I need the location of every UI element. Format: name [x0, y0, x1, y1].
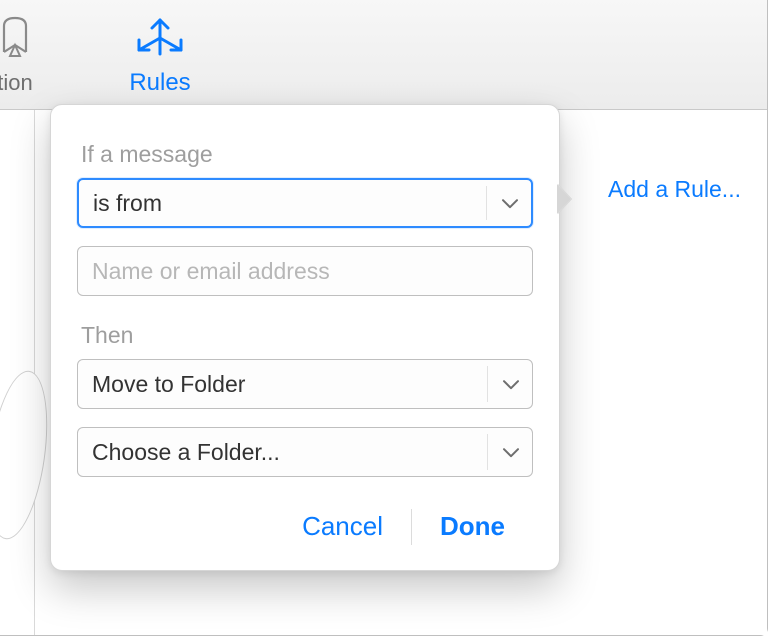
action-section-label: Then	[81, 322, 529, 349]
pencil-icon	[0, 14, 60, 64]
folder-select-value: Choose a Folder...	[92, 439, 280, 466]
address-placeholder: Name or email address	[92, 258, 330, 285]
preferences-toolbar: tion Rules	[0, 0, 767, 110]
toolbar-item-label: tion	[0, 70, 33, 95]
folder-select[interactable]: Choose a Folder...	[77, 427, 533, 477]
action-select-value: Move to Folder	[92, 371, 245, 398]
add-rule-link[interactable]: Add a Rule...	[608, 176, 741, 203]
chevron-down-icon	[501, 188, 519, 215]
toolbar-item-rules[interactable]: Rules	[100, 8, 220, 97]
rule-editor-popover: If a message is from Name or email addre…	[50, 104, 560, 571]
chevron-down-icon	[502, 437, 520, 464]
address-input[interactable]: Name or email address	[77, 246, 533, 296]
done-button[interactable]: Done	[412, 503, 533, 550]
toolbar-item-partial[interactable]: tion	[0, 14, 60, 96]
condition-select[interactable]: is from	[77, 178, 533, 228]
popover-arrow	[558, 185, 571, 213]
action-select[interactable]: Move to Folder	[77, 359, 533, 409]
cancel-button[interactable]: Cancel	[274, 503, 411, 550]
popover-button-row: Cancel Done	[77, 503, 533, 550]
select-divider	[486, 186, 487, 220]
select-divider	[487, 366, 488, 402]
rules-arrows-icon	[100, 8, 220, 67]
condition-section-label: If a message	[81, 141, 529, 168]
condition-select-value: is from	[93, 190, 162, 217]
select-divider	[487, 434, 488, 470]
chevron-down-icon	[502, 369, 520, 396]
toolbar-item-label: Rules	[129, 69, 190, 96]
